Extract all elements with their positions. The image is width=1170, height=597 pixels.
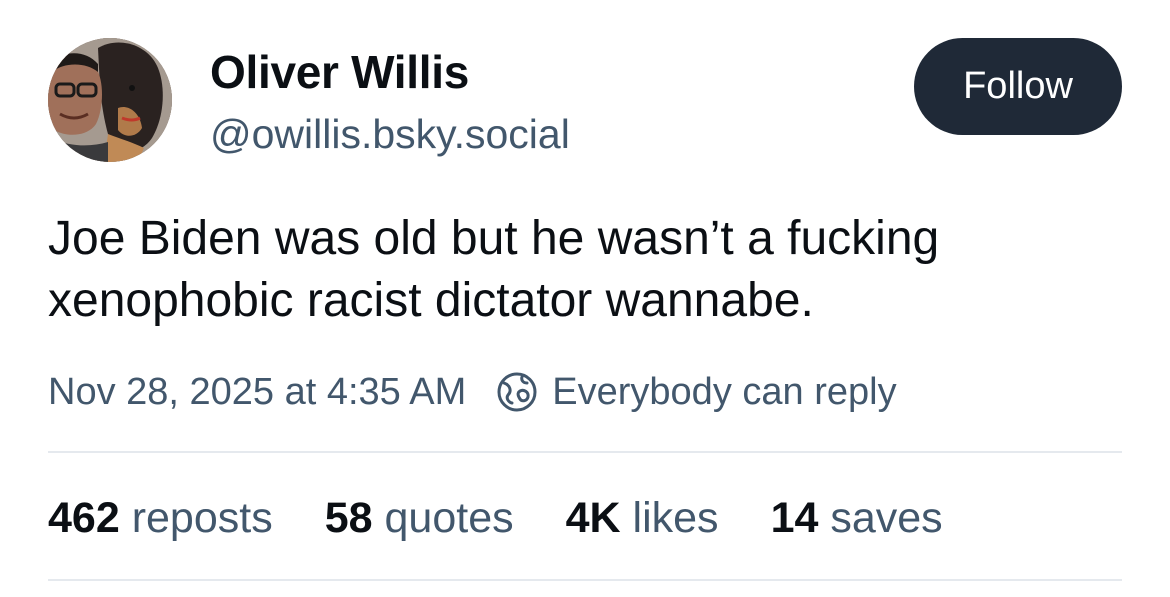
post-text: Joe Biden was old but he wasn’t a fuckin…	[48, 212, 940, 327]
post-card: Oliver Willis @owillis.bsky.social Follo…	[0, 0, 1170, 597]
stat-label: saves	[830, 493, 943, 542]
reply-setting-label: Everybody can reply	[552, 370, 897, 413]
stat-count: 14	[770, 493, 831, 542]
stat-label: quotes	[384, 493, 514, 542]
stat-saves[interactable]: 14 saves	[771, 494, 943, 543]
author-handle[interactable]: @owillis.bsky.social	[210, 108, 570, 160]
globe-icon	[496, 371, 538, 413]
stat-count: 4K	[565, 493, 633, 542]
stat-reposts[interactable]: 462 reposts	[48, 494, 273, 543]
reply-setting: Everybody can reply	[496, 370, 897, 414]
post-timestamp[interactable]: Nov 28, 2025 at 4:35 AM	[48, 371, 466, 414]
avatar[interactable]	[48, 38, 172, 162]
avatar-photo	[48, 38, 172, 162]
stat-label: likes	[632, 493, 719, 542]
stat-likes[interactable]: 4K likes	[566, 494, 719, 543]
follow-button[interactable]: Follow	[914, 38, 1122, 135]
divider	[48, 579, 1122, 581]
stat-label: reposts	[131, 493, 273, 542]
stat-count: 462	[48, 493, 132, 542]
divider	[48, 451, 1122, 453]
post-stats: 462 reposts 58 quotes 4K likes 14 saves	[48, 490, 995, 546]
stat-quotes[interactable]: 58 quotes	[325, 494, 514, 543]
post-meta: Nov 28, 2025 at 4:35 AM Everybody can re…	[48, 366, 897, 418]
author-display-name[interactable]: Oliver Willis	[210, 44, 469, 100]
stat-count: 58	[324, 493, 385, 542]
